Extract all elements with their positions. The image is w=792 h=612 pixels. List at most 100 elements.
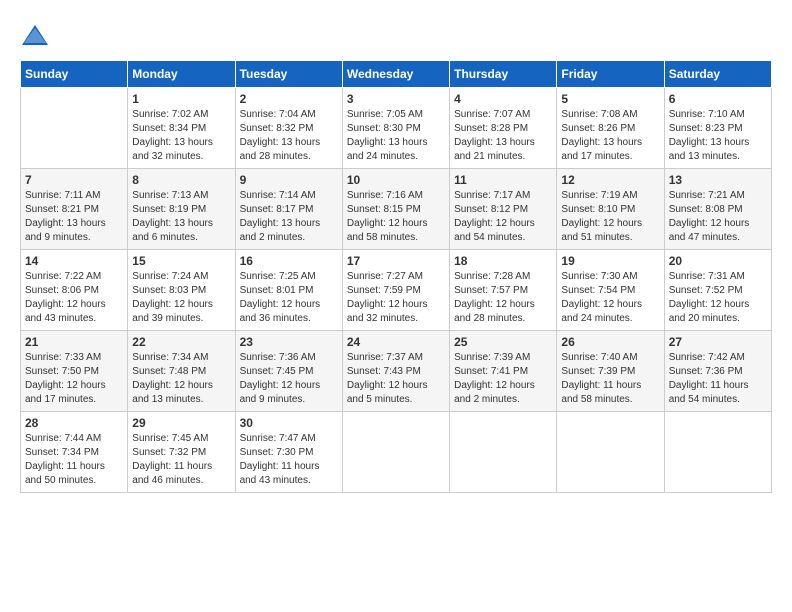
calendar-cell (557, 412, 664, 493)
day-info: Sunrise: 7:19 AM Sunset: 8:10 PM Dayligh… (561, 189, 659, 245)
calendar-cell: 27 Sunrise: 7:42 AM Sunset: 7:36 PM Dayli… (664, 331, 771, 412)
day-info: Sunrise: 7:39 AM Sunset: 7:41 PM Dayligh… (454, 351, 552, 407)
calendar-cell: 11 Sunrise: 7:17 AM Sunset: 8:12 PM Dayli… (450, 169, 557, 250)
calendar-cell: 28 Sunrise: 7:44 AM Sunset: 7:34 PM Dayli… (21, 412, 128, 493)
day-number: 16 (240, 254, 338, 268)
calendar-cell: 7 Sunrise: 7:11 AM Sunset: 8:21 PM Daylig… (21, 169, 128, 250)
logo (20, 20, 54, 50)
calendar-week-row: 28 Sunrise: 7:44 AM Sunset: 7:34 PM Dayli… (21, 412, 772, 493)
day-number: 28 (25, 416, 123, 430)
calendar-cell: 26 Sunrise: 7:40 AM Sunset: 7:39 PM Dayli… (557, 331, 664, 412)
day-number: 22 (132, 335, 230, 349)
day-number: 3 (347, 92, 445, 106)
calendar-cell: 10Sunrise: 7:16 AM Sunset: 8:15 PM Dayli… (342, 169, 449, 250)
day-info: Sunrise: 7:42 AM Sunset: 7:36 PM Dayligh… (669, 351, 767, 407)
day-info: Sunrise: 7:02 AM Sunset: 8:34 PM Dayligh… (132, 108, 230, 164)
calendar-week-row: 14 Sunrise: 7:22 AM Sunset: 8:06 PM Dayli… (21, 250, 772, 331)
day-header-wednesday: Wednesday (342, 61, 449, 88)
calendar-cell: 24 Sunrise: 7:37 AM Sunset: 7:43 PM Dayli… (342, 331, 449, 412)
day-number: 9 (240, 173, 338, 187)
day-header-tuesday: Tuesday (235, 61, 342, 88)
day-number: 20 (669, 254, 767, 268)
calendar-cell: 23 Sunrise: 7:36 AM Sunset: 7:45 PM Dayli… (235, 331, 342, 412)
calendar-week-row: 21 Sunrise: 7:33 AM Sunset: 7:50 PM Dayli… (21, 331, 772, 412)
calendar-cell: 12 Sunrise: 7:19 AM Sunset: 8:10 PM Dayli… (557, 169, 664, 250)
day-number: 13 (669, 173, 767, 187)
calendar-cell (21, 88, 128, 169)
calendar-cell: 19 Sunrise: 7:30 AM Sunset: 7:54 PM Dayli… (557, 250, 664, 331)
day-number: 18 (454, 254, 552, 268)
day-number: 23 (240, 335, 338, 349)
day-header-friday: Friday (557, 61, 664, 88)
day-number: 25 (454, 335, 552, 349)
day-info: Sunrise: 7:13 AM Sunset: 8:19 PM Dayligh… (132, 189, 230, 245)
calendar-cell: 16 Sunrise: 7:25 AM Sunset: 8:01 PM Dayli… (235, 250, 342, 331)
calendar-cell: 2 Sunrise: 7:04 AM Sunset: 8:32 PM Daylig… (235, 88, 342, 169)
page-header (20, 20, 772, 50)
day-number: 15 (132, 254, 230, 268)
calendar-header-row: SundayMondayTuesdayWednesdayThursdayFrid… (21, 61, 772, 88)
day-info: Sunrise: 7:45 AM Sunset: 7:32 PM Dayligh… (132, 432, 230, 488)
day-info: Sunrise: 7:47 AM Sunset: 7:30 PM Dayligh… (240, 432, 338, 488)
calendar-cell (450, 412, 557, 493)
day-number: 30 (240, 416, 338, 430)
day-info: Sunrise: 7:37 AM Sunset: 7:43 PM Dayligh… (347, 351, 445, 407)
calendar-cell: 14 Sunrise: 7:22 AM Sunset: 8:06 PM Dayli… (21, 250, 128, 331)
calendar-cell: 17 Sunrise: 7:27 AM Sunset: 7:59 PM Dayli… (342, 250, 449, 331)
calendar-cell: 21 Sunrise: 7:33 AM Sunset: 7:50 PM Dayli… (21, 331, 128, 412)
day-info: Sunrise: 7:30 AM Sunset: 7:54 PM Dayligh… (561, 270, 659, 326)
day-info: Sunrise: 7:24 AM Sunset: 8:03 PM Dayligh… (132, 270, 230, 326)
day-info: Sunrise: 7:21 AM Sunset: 8:08 PM Dayligh… (669, 189, 767, 245)
day-number: 19 (561, 254, 659, 268)
day-number: 1 (132, 92, 230, 106)
day-info: Sunrise: 7:36 AM Sunset: 7:45 PM Dayligh… (240, 351, 338, 407)
day-info: Sunrise: 7:25 AM Sunset: 8:01 PM Dayligh… (240, 270, 338, 326)
calendar-week-row: 7 Sunrise: 7:11 AM Sunset: 8:21 PM Daylig… (21, 169, 772, 250)
day-info: Sunrise: 7:17 AM Sunset: 8:12 PM Dayligh… (454, 189, 552, 245)
day-info: Sunrise: 7:11 AM Sunset: 8:21 PM Dayligh… (25, 189, 123, 245)
calendar-cell (664, 412, 771, 493)
calendar-cell: 29Sunrise: 7:45 AM Sunset: 7:32 PM Dayli… (128, 412, 235, 493)
day-header-sunday: Sunday (21, 61, 128, 88)
calendar-cell: 8 Sunrise: 7:13 AM Sunset: 8:19 PM Daylig… (128, 169, 235, 250)
day-number: 14 (25, 254, 123, 268)
day-number: 4 (454, 92, 552, 106)
calendar-week-row: 1 Sunrise: 7:02 AM Sunset: 8:34 PM Daylig… (21, 88, 772, 169)
calendar-cell: 20Sunrise: 7:31 AM Sunset: 7:52 PM Dayli… (664, 250, 771, 331)
day-number: 24 (347, 335, 445, 349)
day-number: 8 (132, 173, 230, 187)
day-info: Sunrise: 7:08 AM Sunset: 8:26 PM Dayligh… (561, 108, 659, 164)
calendar-cell: 4Sunrise: 7:07 AM Sunset: 8:28 PM Daylig… (450, 88, 557, 169)
day-number: 17 (347, 254, 445, 268)
day-info: Sunrise: 7:44 AM Sunset: 7:34 PM Dayligh… (25, 432, 123, 488)
calendar-cell: 22Sunrise: 7:34 AM Sunset: 7:48 PM Dayli… (128, 331, 235, 412)
day-info: Sunrise: 7:33 AM Sunset: 7:50 PM Dayligh… (25, 351, 123, 407)
day-number: 12 (561, 173, 659, 187)
calendar-cell: 5Sunrise: 7:08 AM Sunset: 8:26 PM Daylig… (557, 88, 664, 169)
day-info: Sunrise: 7:04 AM Sunset: 8:32 PM Dayligh… (240, 108, 338, 164)
day-number: 26 (561, 335, 659, 349)
day-info: Sunrise: 7:14 AM Sunset: 8:17 PM Dayligh… (240, 189, 338, 245)
calendar-cell: 6Sunrise: 7:10 AM Sunset: 8:23 PM Daylig… (664, 88, 771, 169)
day-number: 21 (25, 335, 123, 349)
day-info: Sunrise: 7:05 AM Sunset: 8:30 PM Dayligh… (347, 108, 445, 164)
day-number: 7 (25, 173, 123, 187)
day-number: 27 (669, 335, 767, 349)
day-number: 6 (669, 92, 767, 106)
day-number: 2 (240, 92, 338, 106)
calendar-cell: 15 Sunrise: 7:24 AM Sunset: 8:03 PM Dayli… (128, 250, 235, 331)
calendar-cell: 25 Sunrise: 7:39 AM Sunset: 7:41 PM Dayli… (450, 331, 557, 412)
calendar-cell: 13 Sunrise: 7:21 AM Sunset: 8:08 PM Dayli… (664, 169, 771, 250)
calendar-cell: 30 Sunrise: 7:47 AM Sunset: 7:30 PM Dayli… (235, 412, 342, 493)
day-info: Sunrise: 7:27 AM Sunset: 7:59 PM Dayligh… (347, 270, 445, 326)
day-header-monday: Monday (128, 61, 235, 88)
day-header-saturday: Saturday (664, 61, 771, 88)
calendar-cell (342, 412, 449, 493)
day-info: Sunrise: 7:22 AM Sunset: 8:06 PM Dayligh… (25, 270, 123, 326)
logo-icon (20, 20, 50, 50)
day-info: Sunrise: 7:40 AM Sunset: 7:39 PM Dayligh… (561, 351, 659, 407)
calendar-cell: 1 Sunrise: 7:02 AM Sunset: 8:34 PM Daylig… (128, 88, 235, 169)
calendar-cell: 18Sunrise: 7:28 AM Sunset: 7:57 PM Dayli… (450, 250, 557, 331)
day-header-thursday: Thursday (450, 61, 557, 88)
day-number: 11 (454, 173, 552, 187)
